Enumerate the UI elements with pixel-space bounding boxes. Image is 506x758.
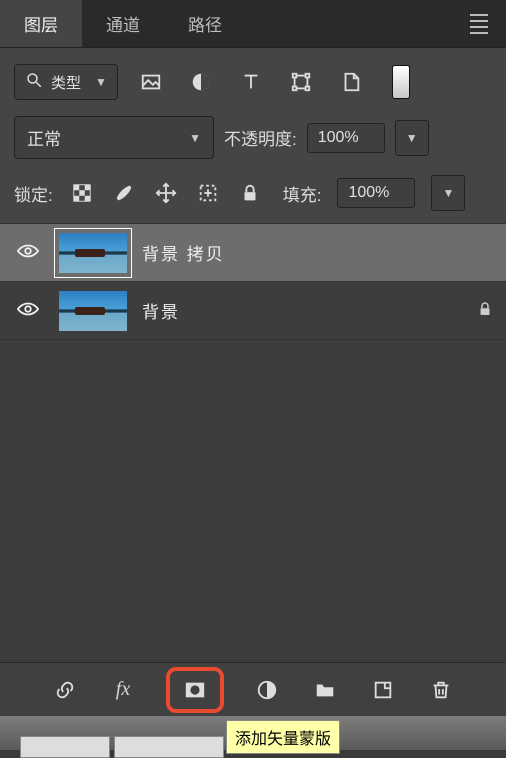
layer-name[interactable]: 背景: [142, 298, 466, 323]
layer-thumbnail[interactable]: [54, 228, 132, 278]
blend-row: 正常 ▼ 不透明度: 100% ▼: [0, 110, 506, 165]
lock-row: 锁定: 填充: 100% ▼: [0, 165, 506, 224]
layer-name[interactable]: 背景 拷贝: [142, 240, 494, 265]
dock-thumbnail[interactable]: [114, 736, 224, 758]
fill-dropdown[interactable]: ▼: [431, 175, 465, 211]
lock-paint-icon[interactable]: [111, 180, 137, 206]
opacity-dropdown[interactable]: ▼: [395, 120, 429, 156]
new-group-button[interactable]: [310, 675, 340, 705]
panel-tabs: 图层 通道 路径: [0, 0, 506, 48]
fill-label: 填充:: [283, 181, 322, 206]
tab-layers[interactable]: 图层: [0, 0, 82, 47]
filter-type-select[interactable]: 类型 ▼: [14, 64, 118, 100]
lock-transparency-icon[interactable]: [69, 180, 95, 206]
blend-mode-value: 正常: [27, 125, 61, 150]
lock-icon: [476, 300, 494, 322]
link-layers-icon[interactable]: [50, 675, 80, 705]
adjustment-layer-button[interactable]: [252, 675, 282, 705]
lock-position-icon[interactable]: [153, 180, 179, 206]
dock-thumbnail[interactable]: [20, 736, 110, 758]
new-layer-button[interactable]: [368, 675, 398, 705]
delete-layer-button[interactable]: [426, 675, 456, 705]
tab-paths[interactable]: 路径: [164, 0, 246, 47]
layer-filter-row: 类型 ▼: [0, 48, 506, 110]
opacity-value[interactable]: 100%: [307, 123, 385, 153]
layer-row[interactable]: 背景 拷贝: [0, 224, 506, 282]
visibility-eye-icon[interactable]: [12, 243, 44, 263]
visibility-eye-icon[interactable]: [12, 301, 44, 321]
lock-all-icon[interactable]: [237, 180, 263, 206]
filter-toggle[interactable]: [392, 65, 410, 99]
add-mask-highlight: [166, 667, 224, 713]
tab-channels[interactable]: 通道: [82, 0, 164, 47]
filter-text-icon[interactable]: [238, 69, 264, 95]
lock-label: 锁定:: [14, 181, 53, 206]
filter-pixel-icon[interactable]: [138, 69, 164, 95]
filter-smartobject-icon[interactable]: [338, 69, 364, 95]
layer-bottom-toolbar: fx: [0, 662, 506, 716]
panel-menu-icon[interactable]: [470, 14, 488, 34]
opacity-label: 不透明度:: [224, 125, 297, 150]
tooltip: 添加矢量蒙版: [226, 720, 340, 754]
layer-style-button[interactable]: fx: [108, 675, 138, 705]
layer-row[interactable]: 背景: [0, 282, 506, 340]
layer-thumbnail[interactable]: [54, 286, 132, 336]
filter-shape-icon[interactable]: [288, 69, 314, 95]
layers-list: 背景 拷贝 背景: [0, 224, 506, 662]
lock-artboard-icon[interactable]: [195, 180, 221, 206]
blend-mode-select[interactable]: 正常 ▼: [14, 116, 214, 159]
chevron-down-icon: ▼: [95, 75, 107, 89]
add-mask-button[interactable]: [180, 675, 210, 705]
search-icon: [25, 71, 43, 93]
filter-type-label: 类型: [51, 72, 81, 93]
fill-value[interactable]: 100%: [337, 178, 415, 208]
chevron-down-icon: ▼: [189, 131, 201, 145]
filter-adjustment-icon[interactable]: [188, 69, 214, 95]
